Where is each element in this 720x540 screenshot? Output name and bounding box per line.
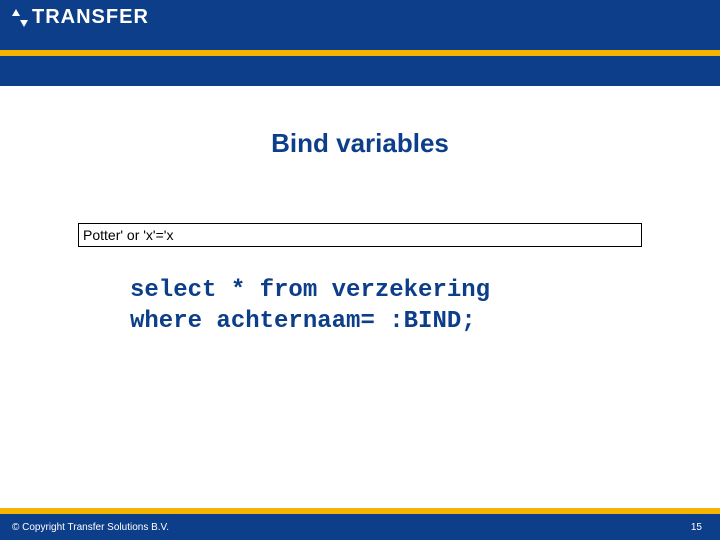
code-block: select * from verzekering where achterna… bbox=[130, 275, 720, 337]
subheader-bar bbox=[0, 56, 720, 86]
transfer-arrows-icon bbox=[12, 8, 28, 28]
page-number: 15 bbox=[691, 522, 702, 533]
code-line: where achternaam= :BIND; bbox=[130, 308, 476, 335]
logo-text: TRANSFER bbox=[32, 6, 149, 29]
accent-bar bbox=[0, 50, 720, 56]
page-title: Bind variables bbox=[0, 128, 720, 159]
copyright-text: © Copyright Transfer Solutions B.V. bbox=[12, 522, 169, 533]
brand-logo: TRANSFER bbox=[12, 6, 149, 29]
injection-input[interactable] bbox=[78, 223, 642, 247]
footer-bar: © Copyright Transfer Solutions B.V. 15 bbox=[0, 514, 720, 540]
header-bar: TRANSFER bbox=[0, 0, 720, 56]
input-container bbox=[78, 223, 642, 247]
code-line: select * from verzekering bbox=[130, 277, 490, 304]
